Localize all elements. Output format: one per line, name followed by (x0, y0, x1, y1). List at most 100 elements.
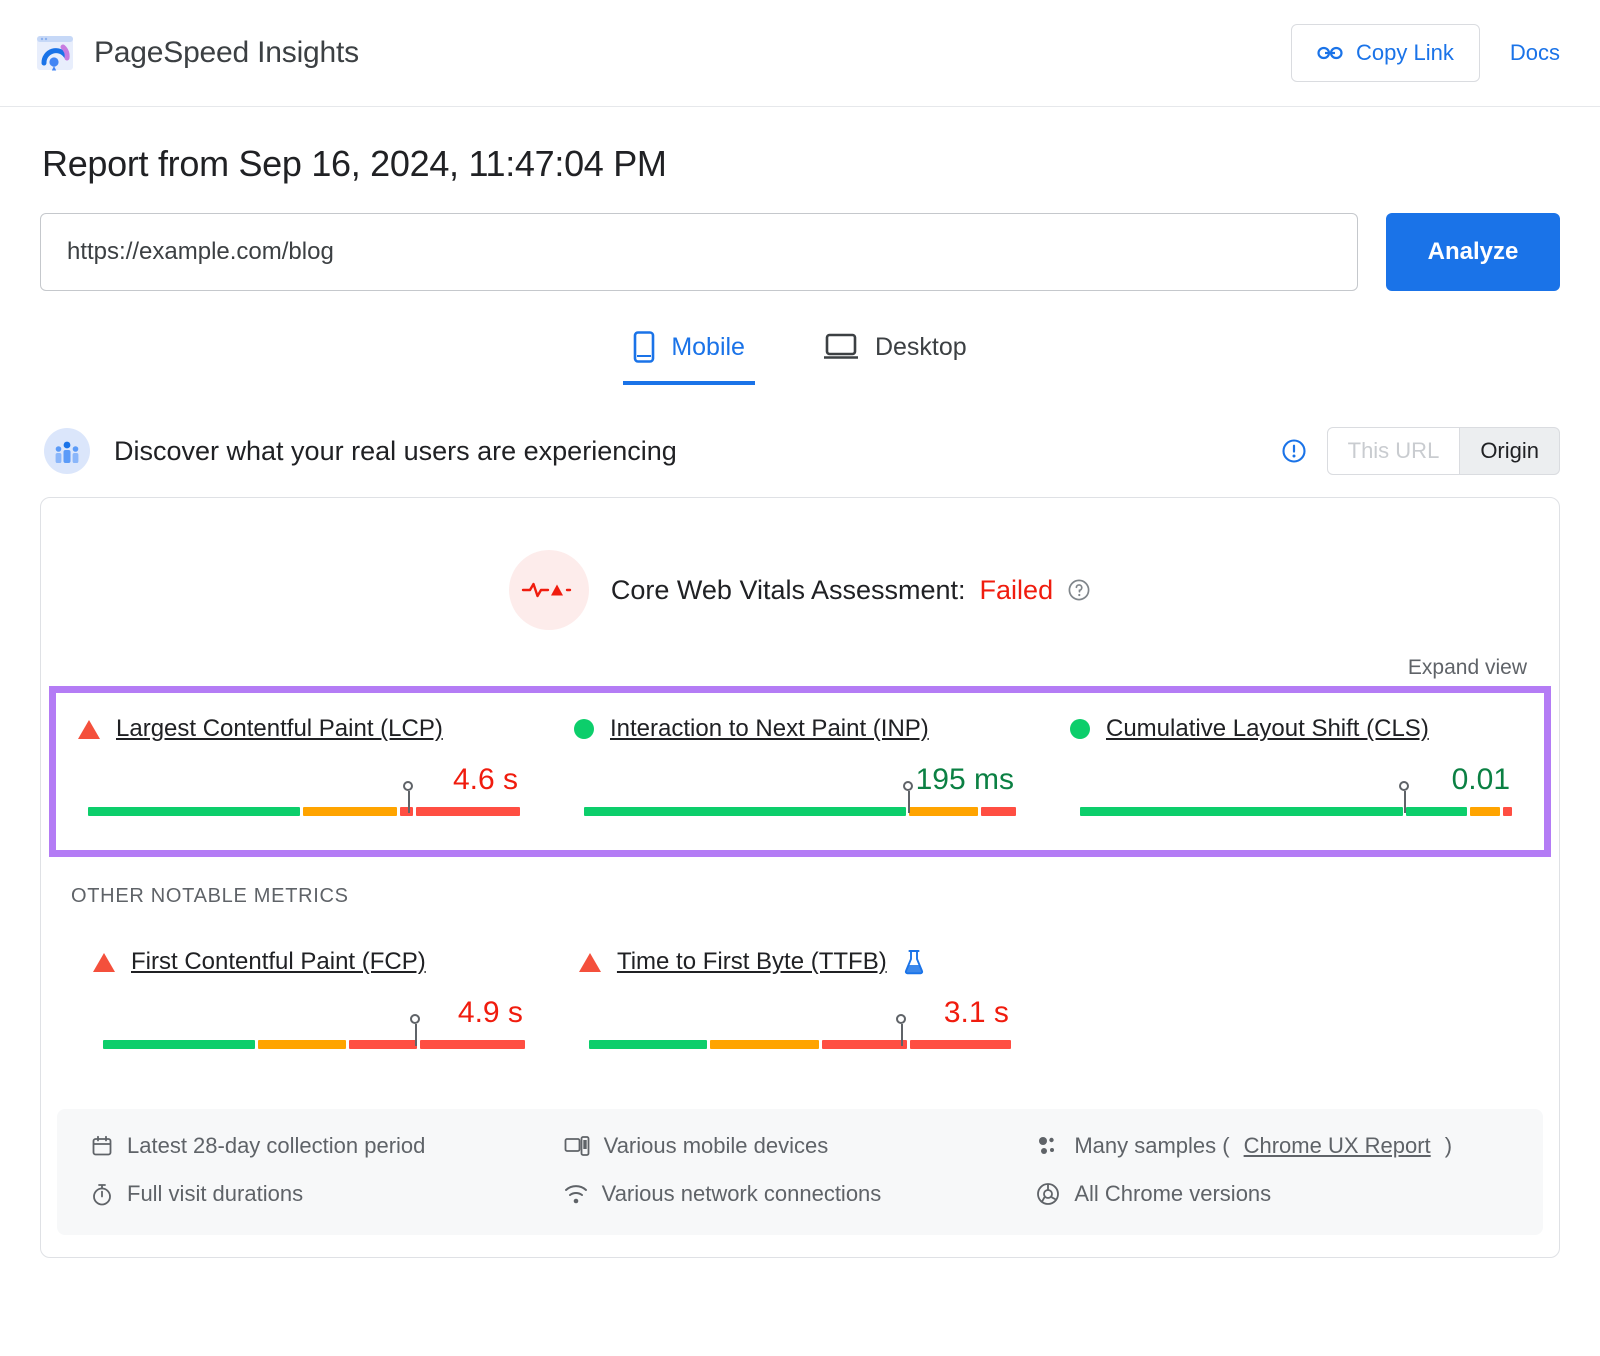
metric-inp-value: 195 ms (915, 763, 1014, 796)
assessment-text: Core Web Vitals Assessment: Failed (611, 575, 1091, 606)
threshold-bar (588, 1040, 1011, 1049)
expand-view-row: Expand view (41, 642, 1559, 680)
metric-lcp-label[interactable]: Largest Contentful Paint (LCP) (116, 715, 443, 743)
meta-chrome-versions-label: All Chrome versions (1074, 1181, 1272, 1206)
threshold-segment-needs-improvement (302, 807, 398, 816)
meta-network: Various network connections (564, 1181, 1037, 1207)
metric-fcp-value: 4.9 s (457, 996, 523, 1029)
circle-good-icon (574, 719, 594, 739)
metric-empty-slot (1043, 948, 1529, 1049)
threshold-segment-poor (419, 1040, 525, 1049)
metric-cls-value: 0.01 (1451, 763, 1510, 796)
meta-collection-period: Latest 28-day collection period (91, 1133, 564, 1159)
scope-controls: This URL Origin (1281, 427, 1560, 475)
url-form: Analyze (40, 213, 1560, 291)
scope-this-url-button[interactable]: This URL (1326, 427, 1461, 475)
meta-chrome-versions: All Chrome versions (1036, 1181, 1509, 1207)
meta-samples-suffix: ) (1444, 1133, 1453, 1158)
metric-fcp-head: First Contentful Paint (FCP) (93, 948, 535, 976)
page-title: Report from Sep 16, 2024, 11:47:04 PM (42, 143, 667, 184)
scope-origin-button[interactable]: Origin (1460, 427, 1560, 475)
threshold-segment-poor (349, 1040, 417, 1049)
threshold-segment-needs-improvement (257, 1040, 347, 1049)
other-metrics-grid: First Contentful Paint (FCP) 4.9 s Time … (71, 948, 1529, 1049)
metric-inp-head: Interaction to Next Paint (INP) (574, 715, 1026, 743)
threshold-segment-poor (909, 1040, 1011, 1049)
threshold-segment-poor (416, 807, 520, 816)
metric-cls: Cumulative Layout Shift (CLS) 0.01 (1048, 715, 1544, 816)
metric-fcp: First Contentful Paint (FCP) 4.9 s (71, 948, 557, 1049)
scope-toggle: This URL Origin (1326, 427, 1560, 475)
analyze-button[interactable]: Analyze (1386, 213, 1560, 291)
triangle-warning-icon (93, 952, 115, 972)
metric-lcp-value: 4.6 s (452, 763, 518, 796)
page-content: Report from Sep 16, 2024, 11:47:04 PM An… (0, 143, 1600, 1258)
tab-mobile[interactable]: Mobile (623, 325, 755, 385)
tab-desktop-label: Desktop (874, 332, 967, 361)
copy-link-button[interactable]: Copy Link (1291, 24, 1480, 82)
value-marker (903, 781, 913, 813)
discover-row: Discover what your real users are experi… (40, 427, 1560, 475)
header-actions: Copy Link Docs (1291, 24, 1560, 82)
metric-cls-label[interactable]: Cumulative Layout Shift (CLS) (1106, 715, 1429, 743)
value-marker (896, 1014, 907, 1046)
device-tabs: Mobile Desktop (40, 325, 1560, 385)
threshold-bar (88, 807, 520, 816)
flask-experimental-icon (903, 949, 925, 975)
metric-cls-bar (1070, 781, 1522, 816)
url-input[interactable] (40, 213, 1358, 291)
core-web-vitals-grid: Largest Contentful Paint (LCP) 4.6 s Int… (56, 715, 1544, 816)
threshold-segment-poor (1503, 807, 1512, 816)
metric-fcp-label[interactable]: First Contentful Paint (FCP) (131, 948, 426, 976)
meta-samples: Many samples (Chrome UX Report) (1036, 1133, 1509, 1159)
crux-meta-grid: Latest 28-day collection period Various … (91, 1133, 1509, 1207)
metric-lcp-head: Largest Contentful Paint (LCP) (78, 715, 530, 743)
metric-inp-label[interactable]: Interaction to Next Paint (INP) (610, 715, 929, 743)
brand: PageSpeed Insights (34, 32, 359, 74)
threshold-segment-good (588, 1040, 707, 1049)
threshold-segment-needs-improvement (908, 807, 979, 816)
threshold-segment-needs-improvement (709, 1040, 820, 1049)
app-header: PageSpeed Insights Copy Link Docs (0, 0, 1600, 107)
help-circle-icon[interactable] (1067, 578, 1091, 602)
meta-collection-period-label: Latest 28-day collection period (127, 1133, 426, 1158)
metric-ttfb-bar (579, 1014, 1021, 1049)
docs-link[interactable]: Docs (1510, 40, 1560, 66)
meta-network-label: Various network connections (601, 1181, 882, 1206)
metric-ttfb-label[interactable]: Time to First Byte (TTFB) (617, 948, 887, 976)
value-marker (402, 781, 413, 813)
metric-inp-bar (574, 781, 1026, 816)
value-marker (1399, 781, 1409, 813)
metric-lcp-bar (78, 781, 530, 816)
discover-title: Discover what your real users are experi… (114, 435, 677, 466)
metric-fcp-bar (93, 1014, 535, 1049)
value-marker (410, 1014, 421, 1046)
threshold-segment-poor (981, 807, 1016, 816)
chrome-ux-report-link[interactable]: Chrome UX Report (1244, 1133, 1431, 1159)
samples-icon (1036, 1135, 1060, 1157)
expand-view-link[interactable]: Expand view (1408, 656, 1527, 679)
core-web-vitals-assessment-header: Core Web Vitals Assessment: Failed (41, 498, 1559, 642)
app-title: PageSpeed Insights (94, 36, 359, 69)
other-notable-metrics: OTHER NOTABLE METRICS First Contentful P… (41, 857, 1559, 1049)
tab-desktop[interactable]: Desktop (813, 325, 977, 385)
assessment-label: Core Web Vitals Assessment: (610, 574, 966, 605)
chrome-icon (1036, 1182, 1060, 1206)
crux-card: Core Web Vitals Assessment: Failed Expan… (40, 497, 1560, 1258)
triangle-warning-icon (578, 952, 601, 972)
status-badge: Failed (979, 574, 1054, 605)
mobile-phone-icon (633, 331, 655, 363)
copy-link-label: Copy Link (1356, 40, 1454, 65)
other-metrics-title: OTHER NOTABLE METRICS (71, 885, 349, 907)
real-users-avatar-icon (44, 428, 90, 474)
circle-good-icon (1070, 719, 1090, 739)
desktop-laptop-icon (823, 333, 859, 361)
info-circle-icon[interactable] (1281, 438, 1307, 464)
threshold-segment-good (1405, 807, 1467, 816)
calendar-icon (91, 1135, 113, 1157)
core-web-vitals-highlight: Largest Contentful Paint (LCP) 4.6 s Int… (49, 686, 1551, 857)
metric-ttfb-value: 3.1 s (943, 996, 1009, 1029)
threshold-segment-needs-improvement (1469, 807, 1501, 816)
tab-mobile-label: Mobile (671, 332, 745, 361)
threshold-bar (1080, 807, 1512, 816)
